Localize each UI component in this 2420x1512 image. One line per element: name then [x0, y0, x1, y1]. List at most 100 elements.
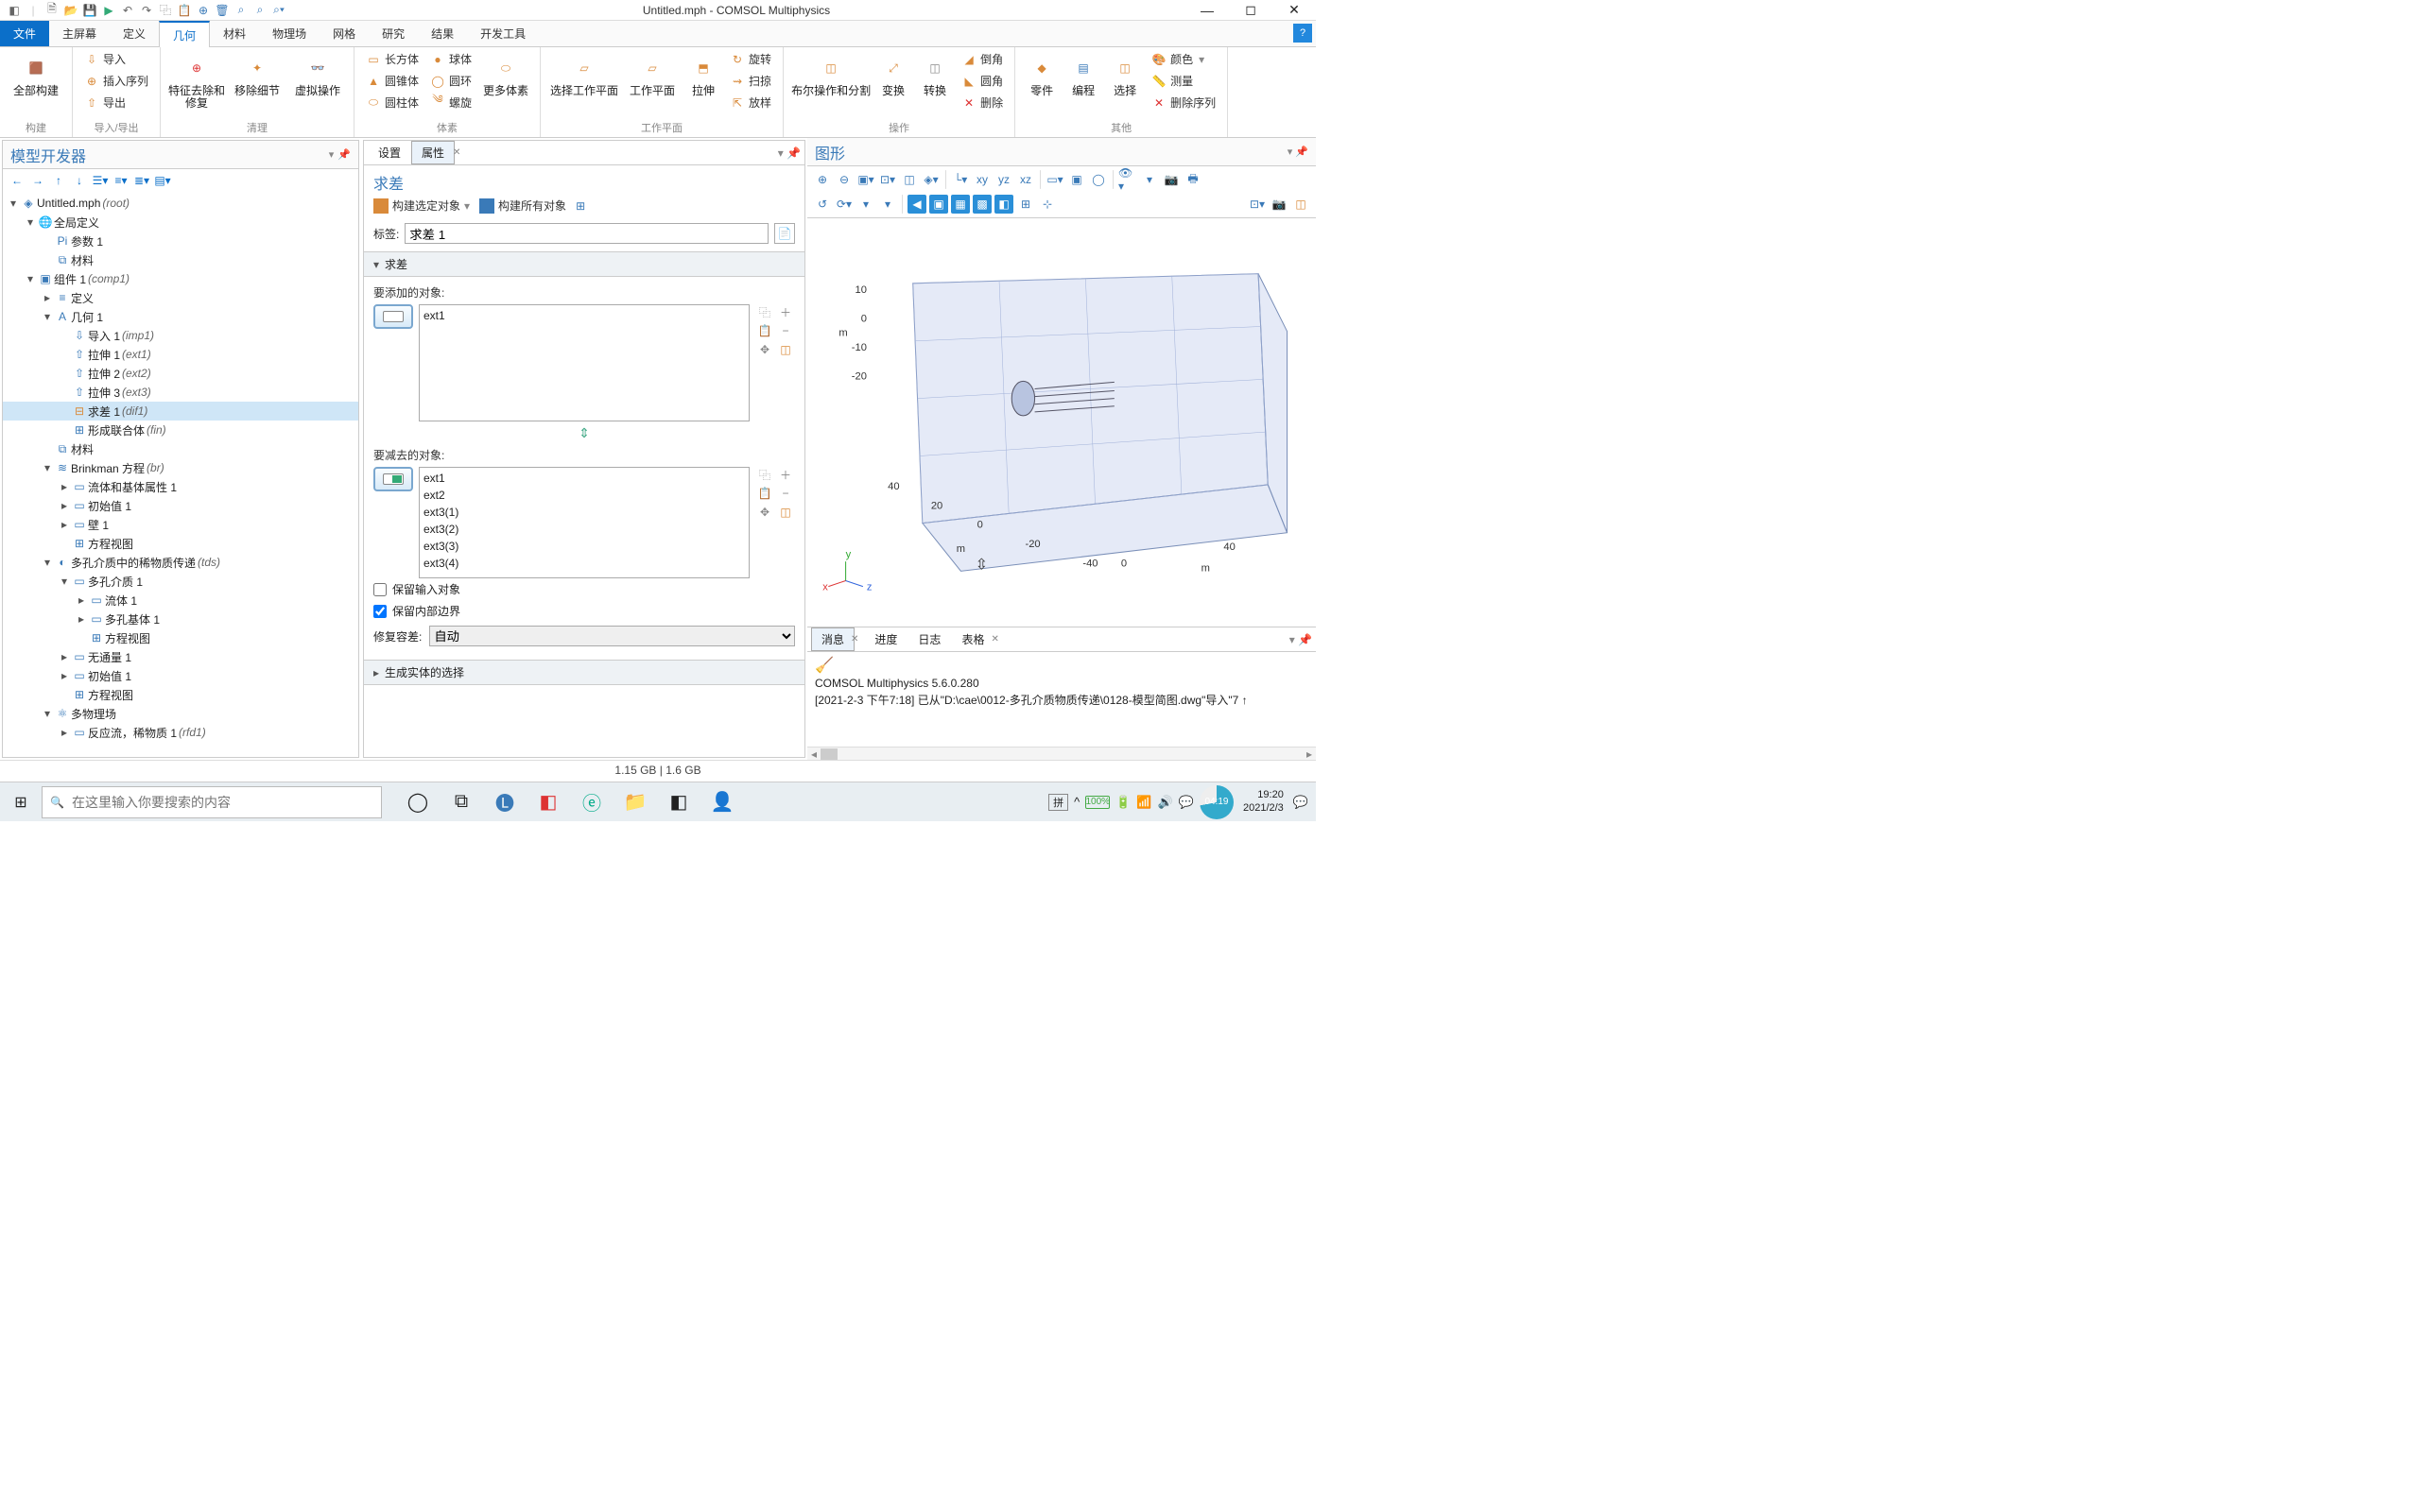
keep-input-checkbox[interactable]	[373, 583, 387, 596]
splitter-icon[interactable]: ⇕	[373, 421, 795, 445]
paste2-icon[interactable]: 📋	[757, 486, 772, 501]
cortana-icon[interactable]: ◯	[397, 782, 439, 822]
select2-icon[interactable]: ◫	[778, 505, 793, 520]
tree-row[interactable]: ▸≡定义	[3, 288, 358, 307]
explorer-icon[interactable]: 📁	[614, 782, 656, 822]
defeature-button[interactable]: ⊕特征去除和修复	[168, 49, 225, 110]
tab-physics[interactable]: 物理场	[259, 21, 320, 46]
collapse-icon[interactable]: ≡▾	[112, 172, 130, 189]
close-button[interactable]: ✕	[1272, 0, 1316, 21]
subtract-toggle-on[interactable]	[373, 467, 413, 491]
render-2-icon[interactable]: ▣	[929, 195, 948, 214]
render-4-icon[interactable]: ▩	[973, 195, 992, 214]
open-icon[interactable]: 📂	[62, 2, 79, 19]
insert-seq-button[interactable]: ⊕插入序列	[80, 71, 152, 91]
show-hide-icon[interactable]: 👁▾	[1118, 170, 1137, 189]
tab-properties[interactable]: 属性	[411, 141, 455, 164]
app5-icon[interactable]: ◧	[658, 782, 700, 822]
paste-icon[interactable]: 📋	[757, 323, 772, 338]
copy2-icon[interactable]: ⿻	[757, 467, 772, 482]
tab-results[interactable]: 结果	[418, 21, 467, 46]
tab-mesh[interactable]: 网格	[320, 21, 369, 46]
tree-row[interactable]: ▾◈Untitled.mph(root)	[3, 194, 358, 213]
nav-down-icon[interactable]: ↓	[71, 172, 88, 189]
color-button[interactable]: 🎨颜色▾	[1148, 49, 1219, 69]
add-toggle-off[interactable]	[373, 304, 413, 329]
view-dropdown-icon[interactable]: ◈▾	[922, 170, 941, 189]
dropdown2-icon[interactable]: ▾	[878, 195, 897, 214]
panel-menu2-icon[interactable]: ▾ 📌	[778, 146, 801, 160]
app2-icon[interactable]: ◧	[527, 782, 569, 822]
extrude-button[interactable]: ⬒拉伸	[684, 49, 722, 97]
zoom-extents-icon[interactable]: ⊡▾	[878, 170, 897, 189]
sweep-button[interactable]: ⇝扫掠	[726, 71, 775, 91]
wifi-icon[interactable]: 📶	[1136, 795, 1151, 810]
print-icon[interactable]: 🖶	[1184, 170, 1202, 189]
keep-interior-checkbox[interactable]	[373, 605, 387, 618]
view-yz-icon[interactable]: yz	[994, 170, 1013, 189]
zoom3-icon[interactable]: ⌕▾	[270, 2, 287, 19]
tree-row[interactable]: ▸▭流体 1	[3, 591, 358, 610]
zoom1-icon[interactable]: ⌕	[233, 2, 250, 19]
clock[interactable]: 19:20 2021/2/3	[1239, 789, 1288, 814]
tree-row[interactable]: ▸▭初始值 1	[3, 666, 358, 685]
nav-fwd-icon[interactable]: →	[29, 172, 46, 189]
keep-interior-row[interactable]: 保留内部边界	[373, 600, 795, 622]
tab-table[interactable]: 表格	[951, 627, 994, 651]
tab-close-icon[interactable]: ✕	[453, 147, 460, 158]
tab-home[interactable]: 主屏幕	[49, 21, 110, 46]
delete-icon[interactable]: 🗑	[214, 2, 231, 19]
virtual-ops-button[interactable]: 👓虚拟操作	[289, 49, 346, 97]
tree-row[interactable]: ▾⚛多物理场	[3, 704, 358, 723]
add-objects-list[interactable]: ext1	[419, 304, 750, 421]
app1-icon[interactable]: 🅛	[484, 782, 526, 822]
select-button[interactable]: ◫选择	[1106, 49, 1144, 97]
tab-devtools[interactable]: 开发工具	[467, 21, 539, 46]
keep-input-row[interactable]: 保留输入对象	[373, 578, 795, 600]
sphere-button[interactable]: ●球体	[426, 49, 475, 69]
tree-row[interactable]: ⊞方程视图	[3, 685, 358, 704]
table-close-icon[interactable]: ✕	[991, 634, 998, 644]
export-button[interactable]: ⇧导出	[80, 93, 152, 112]
section-difference-header[interactable]: ▾ 求差	[364, 251, 804, 277]
msg-pin-icon[interactable]: ▾ 📌	[1289, 633, 1312, 646]
volume-icon[interactable]: 🔊	[1158, 795, 1173, 810]
tree-row[interactable]: Pi参数 1	[3, 232, 358, 250]
more-primitives-button[interactable]: ⬭更多体素	[479, 49, 532, 97]
msg-h-scrollbar[interactable]: ◂▸	[807, 747, 1316, 760]
workplane-button[interactable]: ▱工作平面	[624, 49, 681, 97]
zoom-box-icon[interactable]: ▣▾	[856, 170, 875, 189]
tree-row[interactable]: ⇩导入 1(imp1)	[3, 326, 358, 345]
tree-row[interactable]: ⧉材料	[3, 250, 358, 269]
minus-icon[interactable]: −	[778, 323, 793, 338]
tab-messages[interactable]: 消息	[811, 627, 855, 651]
tree-row[interactable]: ▾◐多孔介质中的稀物质传递(tds)	[3, 553, 358, 572]
tree-row[interactable]: ⊞形成联合体(fin)	[3, 421, 358, 439]
tab-materials[interactable]: 材料	[210, 21, 259, 46]
camera-icon[interactable]: 📷	[1162, 170, 1181, 189]
cylinder-button[interactable]: ⬭圆柱体	[362, 93, 423, 112]
view-xy-icon[interactable]: xy	[973, 170, 992, 189]
undo-icon[interactable]: ↶	[119, 2, 136, 19]
search-bar[interactable]: 🔍	[42, 786, 382, 818]
panel-menu-icon[interactable]: ▾	[329, 148, 335, 161]
tree-row[interactable]: ▾▭多孔介质 1	[3, 572, 358, 591]
notifications-icon[interactable]: 💬	[1293, 795, 1308, 810]
render-5-icon[interactable]: ◧	[994, 195, 1013, 214]
screenshot-icon[interactable]: 📷	[1270, 195, 1288, 214]
fillet-button[interactable]: ◢倒角	[958, 49, 1007, 69]
opts-icon[interactable]: ▾	[1140, 170, 1159, 189]
plus2-icon[interactable]: ＋	[778, 467, 793, 482]
program-button[interactable]: ▤编程	[1064, 49, 1102, 97]
dropdown1-icon[interactable]: ▾	[856, 195, 875, 214]
move2-icon[interactable]: ✥	[757, 505, 772, 520]
grid-icon[interactable]: ⊞	[1016, 195, 1035, 214]
select-mode-icon[interactable]: ▭▾	[1046, 170, 1064, 189]
build-selected-button[interactable]: 构建选定对象▾	[373, 198, 470, 214]
maximize-button[interactable]: ◻	[1229, 0, 1272, 21]
edge-icon[interactable]: ⓔ	[571, 782, 613, 822]
search-input[interactable]	[72, 795, 373, 810]
nav-up-icon[interactable]: ↑	[50, 172, 67, 189]
delete-seq-button[interactable]: ✕删除序列	[1148, 93, 1219, 112]
tab-settings[interactable]: 设置	[368, 141, 411, 164]
